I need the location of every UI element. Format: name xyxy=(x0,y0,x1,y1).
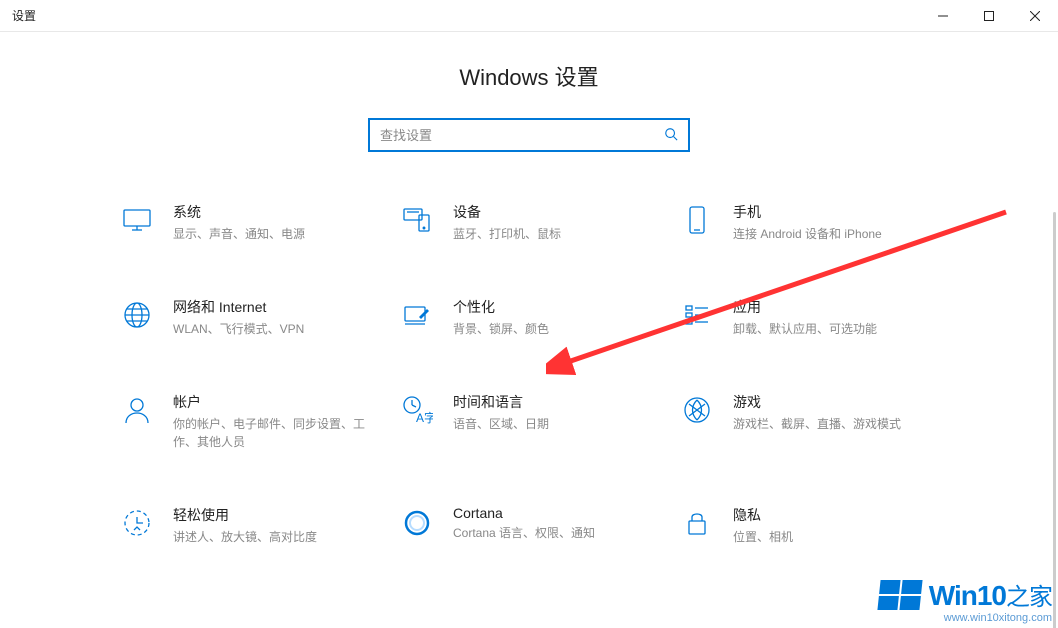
tile-desc: 蓝牙、打印机、鼠标 xyxy=(453,225,659,243)
tile-title: 应用 xyxy=(733,297,939,317)
tile-phone[interactable]: 手机 连接 Android 设备和 iPhone xyxy=(679,202,939,243)
scrollbar[interactable] xyxy=(1053,212,1056,628)
tile-gaming[interactable]: 游戏 游戏栏、截屏、直播、游戏模式 xyxy=(679,392,939,451)
tile-title: 设备 xyxy=(453,202,659,222)
titlebar: 设置 xyxy=(0,0,1058,32)
tile-desc: 显示、声音、通知、电源 xyxy=(173,225,379,243)
search-input[interactable] xyxy=(380,120,664,150)
window-title: 设置 xyxy=(12,7,920,24)
windows-logo-icon xyxy=(877,580,922,610)
globe-icon xyxy=(119,297,155,333)
tile-cortana[interactable]: Cortana Cortana 语言、权限、通知 xyxy=(399,505,659,546)
tile-privacy[interactable]: 隐私 位置、相机 xyxy=(679,505,939,546)
tile-title: 隐私 xyxy=(733,505,939,525)
tile-desc: 位置、相机 xyxy=(733,528,939,546)
search-icon xyxy=(664,127,678,144)
tile-title: 系统 xyxy=(173,202,379,222)
tile-desc: 卸载、默认应用、可选功能 xyxy=(733,320,939,338)
tile-desc: Cortana 语言、权限、通知 xyxy=(453,524,659,542)
tile-title: 轻松使用 xyxy=(173,505,379,525)
maximize-button[interactable] xyxy=(966,0,1012,32)
svg-text:A字: A字 xyxy=(416,410,433,425)
account-icon xyxy=(119,392,155,428)
personalize-icon xyxy=(399,297,435,333)
apps-icon xyxy=(679,297,715,333)
watermark-url: www.win10xitong.com xyxy=(879,612,1052,624)
close-button[interactable] xyxy=(1012,0,1058,32)
phone-icon xyxy=(679,202,715,238)
page-title: Windows 设置 xyxy=(0,60,1058,92)
tile-desc: 语音、区域、日期 xyxy=(453,415,659,433)
tile-system[interactable]: 系统 显示、声音、通知、电源 xyxy=(119,202,379,243)
tile-personalization[interactable]: 个性化 背景、锁屏、颜色 xyxy=(399,297,659,338)
tile-desc: WLAN、飞行模式、VPN xyxy=(173,320,379,338)
tile-desc: 连接 Android 设备和 iPhone xyxy=(733,225,939,243)
cortana-icon xyxy=(399,505,435,541)
tile-accounts[interactable]: 帐户 你的帐户、电子邮件、同步设置、工作、其他人员 xyxy=(119,392,379,451)
devices-icon xyxy=(399,202,435,238)
gaming-icon xyxy=(679,392,715,428)
settings-grid: 系统 显示、声音、通知、电源 设备 蓝牙、打印机、鼠标 手机 连接 Androi… xyxy=(0,202,1058,546)
tile-title: 游戏 xyxy=(733,392,939,412)
tile-time-language[interactable]: A字 时间和语言 语音、区域、日期 xyxy=(399,392,659,451)
watermark: Win10之家 www.win10xitong.com xyxy=(879,577,1052,624)
tile-title: Cortana xyxy=(453,505,659,521)
ease-icon xyxy=(119,505,155,541)
tile-ease-of-access[interactable]: 轻松使用 讲述人、放大镜、高对比度 xyxy=(119,505,379,546)
tile-title: 网络和 Internet xyxy=(173,297,379,317)
tile-desc: 讲述人、放大镜、高对比度 xyxy=(173,528,379,546)
tile-network[interactable]: 网络和 Internet WLAN、飞行模式、VPN xyxy=(119,297,379,338)
monitor-icon xyxy=(119,202,155,238)
tile-desc: 游戏栏、截屏、直播、游戏模式 xyxy=(733,415,939,433)
search-box[interactable] xyxy=(368,118,690,152)
tile-title: 个性化 xyxy=(453,297,659,317)
timelang-icon: A字 xyxy=(399,392,435,428)
tile-title: 帐户 xyxy=(173,392,379,412)
privacy-icon xyxy=(679,505,715,541)
tile-desc: 你的帐户、电子邮件、同步设置、工作、其他人员 xyxy=(173,415,379,451)
watermark-text: Win10之家 xyxy=(929,577,1052,612)
tile-title: 时间和语言 xyxy=(453,392,659,412)
search-wrap xyxy=(0,118,1058,152)
content-area: Windows 设置 系统 显示、声音、通知、电源 设备 蓝牙、打 xyxy=(0,32,1058,628)
tile-title: 手机 xyxy=(733,202,939,222)
tile-apps[interactable]: 应用 卸载、默认应用、可选功能 xyxy=(679,297,939,338)
tile-devices[interactable]: 设备 蓝牙、打印机、鼠标 xyxy=(399,202,659,243)
minimize-button[interactable] xyxy=(920,0,966,32)
tile-desc: 背景、锁屏、颜色 xyxy=(453,320,659,338)
window-controls xyxy=(920,0,1058,32)
